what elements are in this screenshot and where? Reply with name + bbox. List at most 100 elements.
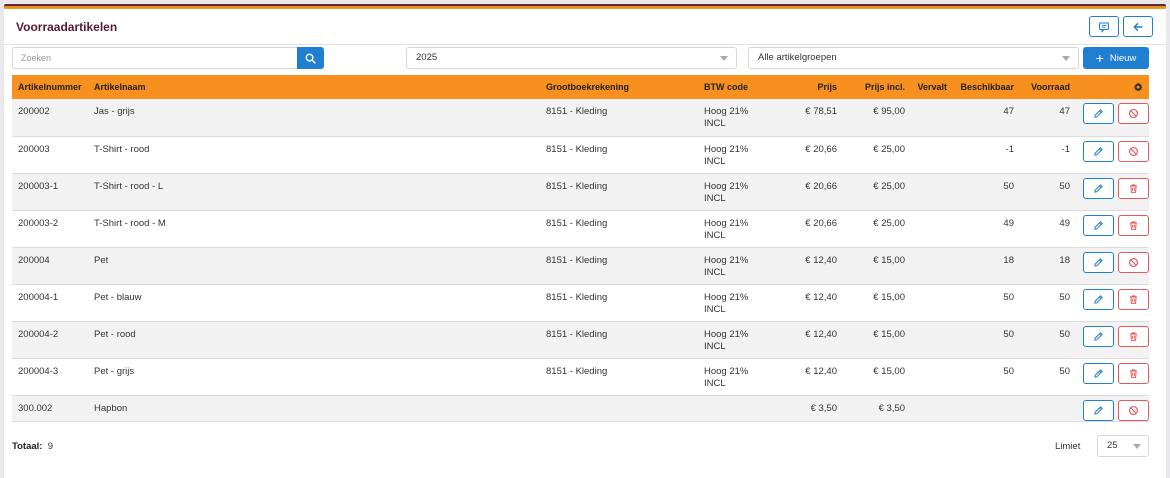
col-artikelnummer[interactable]: Artikelnummer — [12, 75, 88, 99]
edit-button[interactable] — [1083, 325, 1114, 347]
cell-artikelnaam: T-Shirt - rood - M — [94, 217, 166, 229]
cell-artikelnummer: 200004-3 — [18, 365, 59, 377]
cell-beschikbaar: 50 — [1003, 291, 1014, 303]
year-select[interactable]: 2025 — [406, 47, 737, 69]
comment-icon — [1098, 21, 1110, 33]
edit-button[interactable] — [1083, 214, 1114, 236]
disable-button[interactable] — [1118, 251, 1149, 273]
cell-voorraad: 50 — [1059, 180, 1070, 192]
cell-artikelnaam: Hapbon — [94, 402, 128, 414]
col-artikelnaam[interactable]: Artikelnaam — [88, 75, 540, 99]
edit-button[interactable] — [1083, 251, 1114, 273]
delete-button[interactable] — [1118, 362, 1149, 384]
cell-grootboekrekening: 8151 - Kleding — [546, 291, 608, 303]
search-button[interactable] — [297, 47, 324, 69]
disable-button[interactable] — [1118, 140, 1149, 162]
cell-beschikbaar: -1 — [1005, 143, 1014, 155]
table-row[interactable]: 200002 Jas - grijs 8151 - Kleding Hoog 21% I… — [12, 99, 1149, 136]
limit-select[interactable]: 25 — [1097, 435, 1149, 457]
trash-icon — [1130, 220, 1137, 230]
trash-icon — [1130, 183, 1137, 193]
new-item-button[interactable]: + Nieuw — [1083, 47, 1149, 69]
cell-prijs-incl: € 15,00 — [873, 328, 905, 340]
pencil-icon — [1094, 183, 1103, 193]
cell-voorraad: 50 — [1059, 291, 1070, 303]
delete-button[interactable] — [1118, 214, 1149, 236]
table-row[interactable]: 300.002 Hapbon € 3,50 € 3,50 — [12, 395, 1149, 421]
search-input[interactable] — [12, 47, 298, 69]
col-btw-code[interactable]: BTW code — [698, 75, 768, 99]
year-select-value: 2025 — [416, 52, 438, 63]
cell-vervalt — [911, 358, 953, 395]
cell-prijs-incl: € 95,00 — [873, 106, 905, 117]
col-settings[interactable] — [1076, 75, 1149, 99]
panel-header: Voorraadartikelen — [4, 9, 1166, 45]
cell-btw-code: Hoog 21% INCL — [698, 358, 768, 395]
cell-prijs: € 20,66 — [805, 180, 837, 192]
cell-prijs: € 3,50 — [810, 402, 837, 414]
pencil-icon — [1094, 257, 1103, 267]
cell-btw-code: Hoog 21% INCL — [698, 99, 768, 136]
table-row[interactable]: 200004 Pet 8151 - Kleding Hoog 21% INCL € 12,… — [12, 247, 1149, 284]
cell-artikelnaam: Pet - rood — [94, 328, 136, 340]
ban-icon — [1128, 146, 1139, 156]
trash-icon — [1130, 331, 1137, 341]
cell-prijs-incl: € 15,00 — [873, 365, 905, 377]
pencil-icon — [1094, 146, 1103, 156]
cell-actions — [1076, 358, 1149, 395]
group-select-value: Alle artikelgroepen — [758, 52, 837, 63]
group-select[interactable]: Alle artikelgroepen — [748, 47, 1079, 69]
col-grootboekrekening[interactable]: Grootboekrekening — [540, 75, 698, 99]
delete-button[interactable] — [1118, 177, 1149, 199]
col-beschikbaar[interactable]: Beschikbaar — [953, 75, 1020, 99]
cell-artikelnummer: 200002 — [18, 106, 50, 117]
pencil-icon — [1094, 368, 1103, 378]
back-button[interactable] — [1123, 16, 1153, 37]
edit-button[interactable] — [1083, 140, 1114, 162]
trash-icon — [1130, 294, 1137, 304]
table-row[interactable]: 200003-2 T-Shirt - rood - M 8151 - Kleding… — [12, 210, 1149, 247]
comment-button[interactable] — [1089, 16, 1119, 37]
edit-button[interactable] — [1083, 399, 1114, 421]
btw-rate: Hoog 21% — [704, 217, 749, 229]
col-prijs-incl[interactable]: Prijs incl. — [843, 75, 911, 99]
table-row[interactable]: 200004-3 Pet - grijs 8151 - Kleding Hoog 21… — [12, 358, 1149, 395]
cell-voorraad: 50 — [1059, 328, 1070, 340]
pencil-icon — [1094, 109, 1103, 118]
col-vervalt[interactable]: Vervalt — [911, 75, 953, 99]
cell-btw-code: Hoog 21% INCL — [698, 284, 768, 321]
table-header-row: Artikelnummer Artikelnaam Grootboekreken… — [12, 75, 1149, 99]
cell-grootboekrekening — [540, 395, 698, 421]
total-count: Totaal: 9 — [12, 441, 53, 452]
table-row[interactable]: 200003-1 T-Shirt - rood - L 8151 - Kleding… — [12, 173, 1149, 210]
cell-beschikbaar: 50 — [1003, 180, 1014, 192]
cell-beschikbaar: 50 — [1003, 365, 1014, 377]
btw-rate: Hoog 21% — [704, 328, 749, 340]
trash-icon — [1130, 368, 1137, 378]
table-row[interactable]: 200004-1 Pet - blauw 8151 - Kleding Hoog 21… — [12, 284, 1149, 321]
table-row[interactable]: 200003 T-Shirt - rood 8151 - Kleding Hoog 2… — [12, 136, 1149, 173]
ban-icon — [1128, 405, 1139, 415]
delete-button[interactable] — [1118, 325, 1149, 347]
edit-button[interactable] — [1083, 288, 1114, 310]
delete-button[interactable] — [1118, 288, 1149, 310]
cell-prijs-incl: € 15,00 — [873, 254, 905, 266]
btw-rate: Hoog 21% — [704, 254, 749, 266]
cell-btw-code: Hoog 21% INCL — [698, 247, 768, 284]
table-row[interactable]: 200004-2 Pet - rood 8151 - Kleding Hoog 21%… — [12, 321, 1149, 358]
edit-button[interactable] — [1083, 362, 1114, 384]
total-label: Totaal: — [12, 441, 43, 452]
edit-button[interactable] — [1083, 103, 1114, 124]
btw-rate: Hoog 21% — [704, 143, 749, 155]
col-prijs[interactable]: Prijs — [768, 75, 843, 99]
btw-rate: Hoog 21% — [704, 365, 749, 377]
disable-button[interactable] — [1118, 103, 1149, 124]
cell-artikelnaam: T-Shirt - rood — [94, 143, 150, 155]
col-voorraad[interactable]: Voorraad — [1020, 75, 1076, 99]
gear-icon[interactable] — [1133, 82, 1143, 92]
edit-button[interactable] — [1083, 177, 1114, 199]
disable-button[interactable] — [1118, 399, 1149, 421]
cell-vervalt — [911, 173, 953, 210]
cell-btw-code: Hoog 21% INCL — [698, 173, 768, 210]
cell-artikelnaam: Pet — [94, 254, 109, 266]
